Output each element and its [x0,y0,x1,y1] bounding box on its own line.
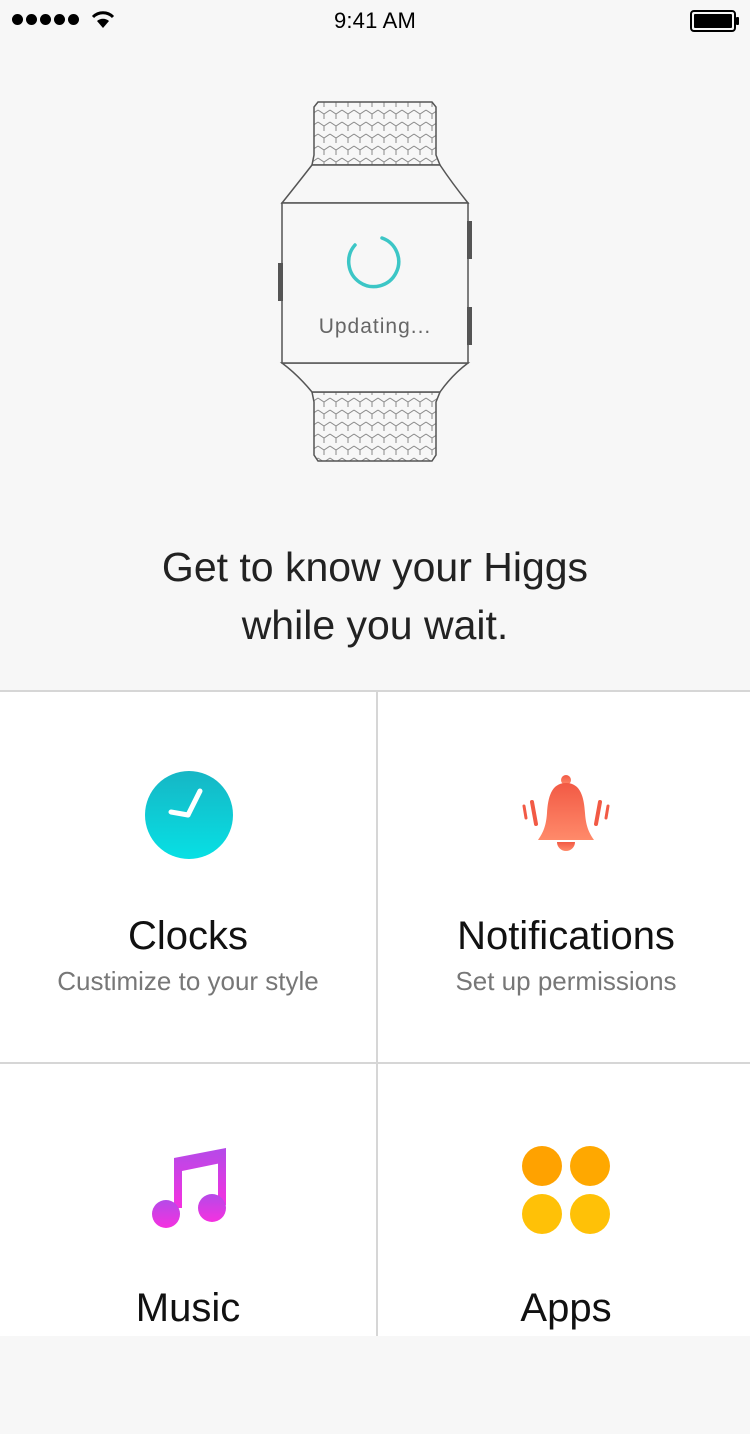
clock-icon [145,771,233,859]
status-time: 9:41 AM [333,8,417,33]
tile-title: Music [135,1286,241,1330]
bell-icon [522,775,610,851]
apps-grid-icon [522,1146,610,1234]
headline-line-1: Get to know your Higgs [161,544,589,590]
battery-full-icon [690,10,739,32]
tile-subtitle: Custimize to your style [57,966,319,996]
tile-apps[interactable]: Apps [378,1064,750,1434]
updating-label: Updating... [318,315,432,338]
smartwatch-icon [278,101,472,462]
page-title: Get to know your Higgs while you wait. [0,538,750,654]
tile-notifications[interactable]: Notifications Set up permissions [378,692,750,1062]
headline-line-2: while you wait. [241,602,509,648]
tile-title: Apps [520,1286,612,1330]
tile-music[interactable]: Music [0,1064,376,1434]
tile-title: Clocks [127,914,249,958]
feature-grid: Clocks Custimize to your style Notificat… [0,690,750,1336]
tile-clocks[interactable]: Clocks Custimize to your style [0,692,376,1062]
tile-subtitle: Set up permissions [455,966,677,996]
tile-title: Notifications [457,914,675,958]
music-note-icon [152,1148,226,1228]
status-bar: 9:41 AM [0,0,750,40]
hero-section: Updating... Get to know your Higgs while… [0,40,750,690]
